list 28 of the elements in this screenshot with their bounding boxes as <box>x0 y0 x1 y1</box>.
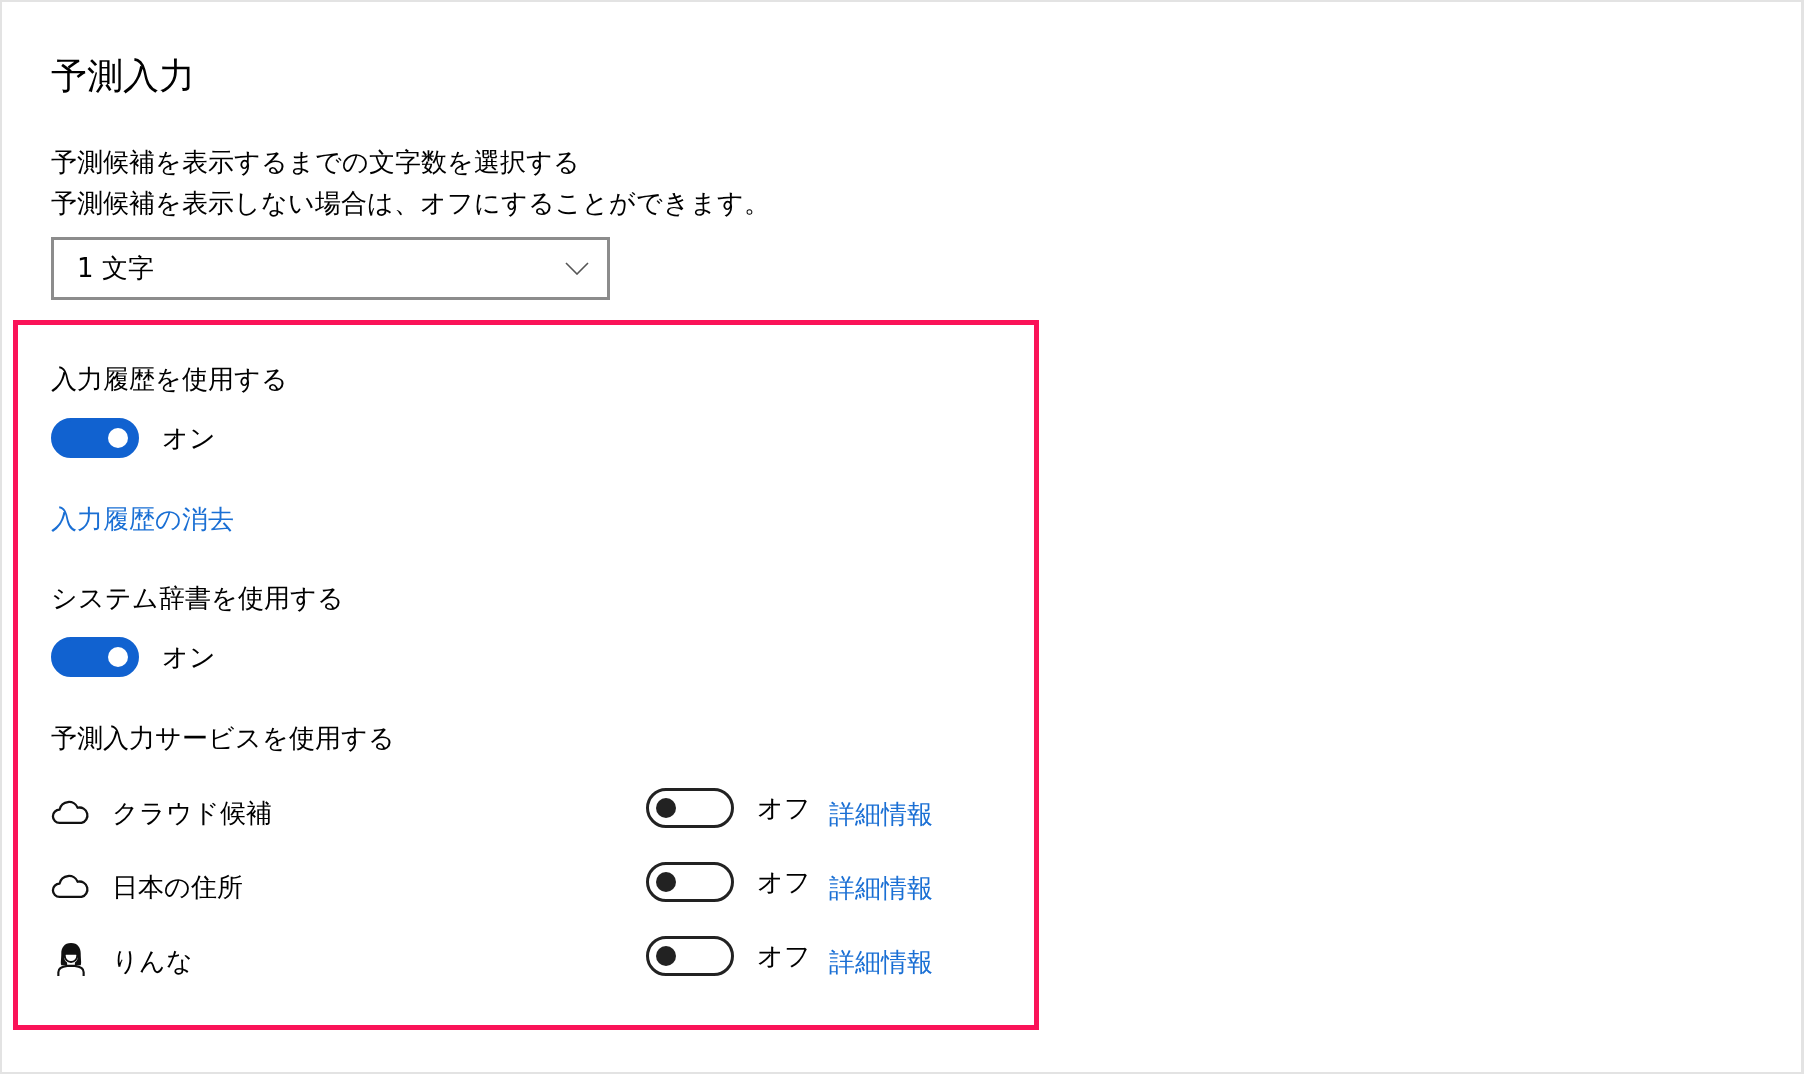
state-label: オン <box>162 422 216 455</box>
details-link[interactable]: 詳細情報 <box>829 944 933 980</box>
toggle-switch[interactable] <box>51 418 139 458</box>
toggle-switch[interactable] <box>646 862 734 902</box>
chevron-down-icon <box>565 262 589 275</box>
state-label: オフ <box>757 792 811 825</box>
page-title: 予測入力 <box>51 54 195 98</box>
setting-label: 予測入力サービスを使用する <box>51 722 395 755</box>
service-name: クラウド候補 <box>112 797 272 830</box>
character-count-dropdown[interactable]: 1 文字 <box>51 237 610 300</box>
toggle-switch[interactable] <box>646 788 734 828</box>
setting-label: 入力履歴を使用する <box>51 363 288 396</box>
service-name: りんな <box>112 945 193 978</box>
setting-label: システム辞書を使用する <box>51 582 344 615</box>
details-link[interactable]: 詳細情報 <box>829 870 933 906</box>
description-text: 予測候補を表示するまでの文字数を選択する <box>51 146 580 179</box>
person-icon <box>55 941 87 977</box>
description-text: 予測候補を表示しない場合は、オフにすることができます。 <box>51 187 770 220</box>
cloud-icon <box>51 872 91 900</box>
state-label: オン <box>162 641 216 674</box>
toggle-switch[interactable] <box>51 637 139 677</box>
cloud-icon <box>51 798 91 826</box>
toggle-switch[interactable] <box>646 936 734 976</box>
details-link[interactable]: 詳細情報 <box>829 796 933 832</box>
state-label: オフ <box>757 940 811 973</box>
service-name: 日本の住所 <box>112 871 243 904</box>
clear-history-link[interactable]: 入力履歴の消去 <box>51 504 234 534</box>
state-label: オフ <box>757 866 811 899</box>
